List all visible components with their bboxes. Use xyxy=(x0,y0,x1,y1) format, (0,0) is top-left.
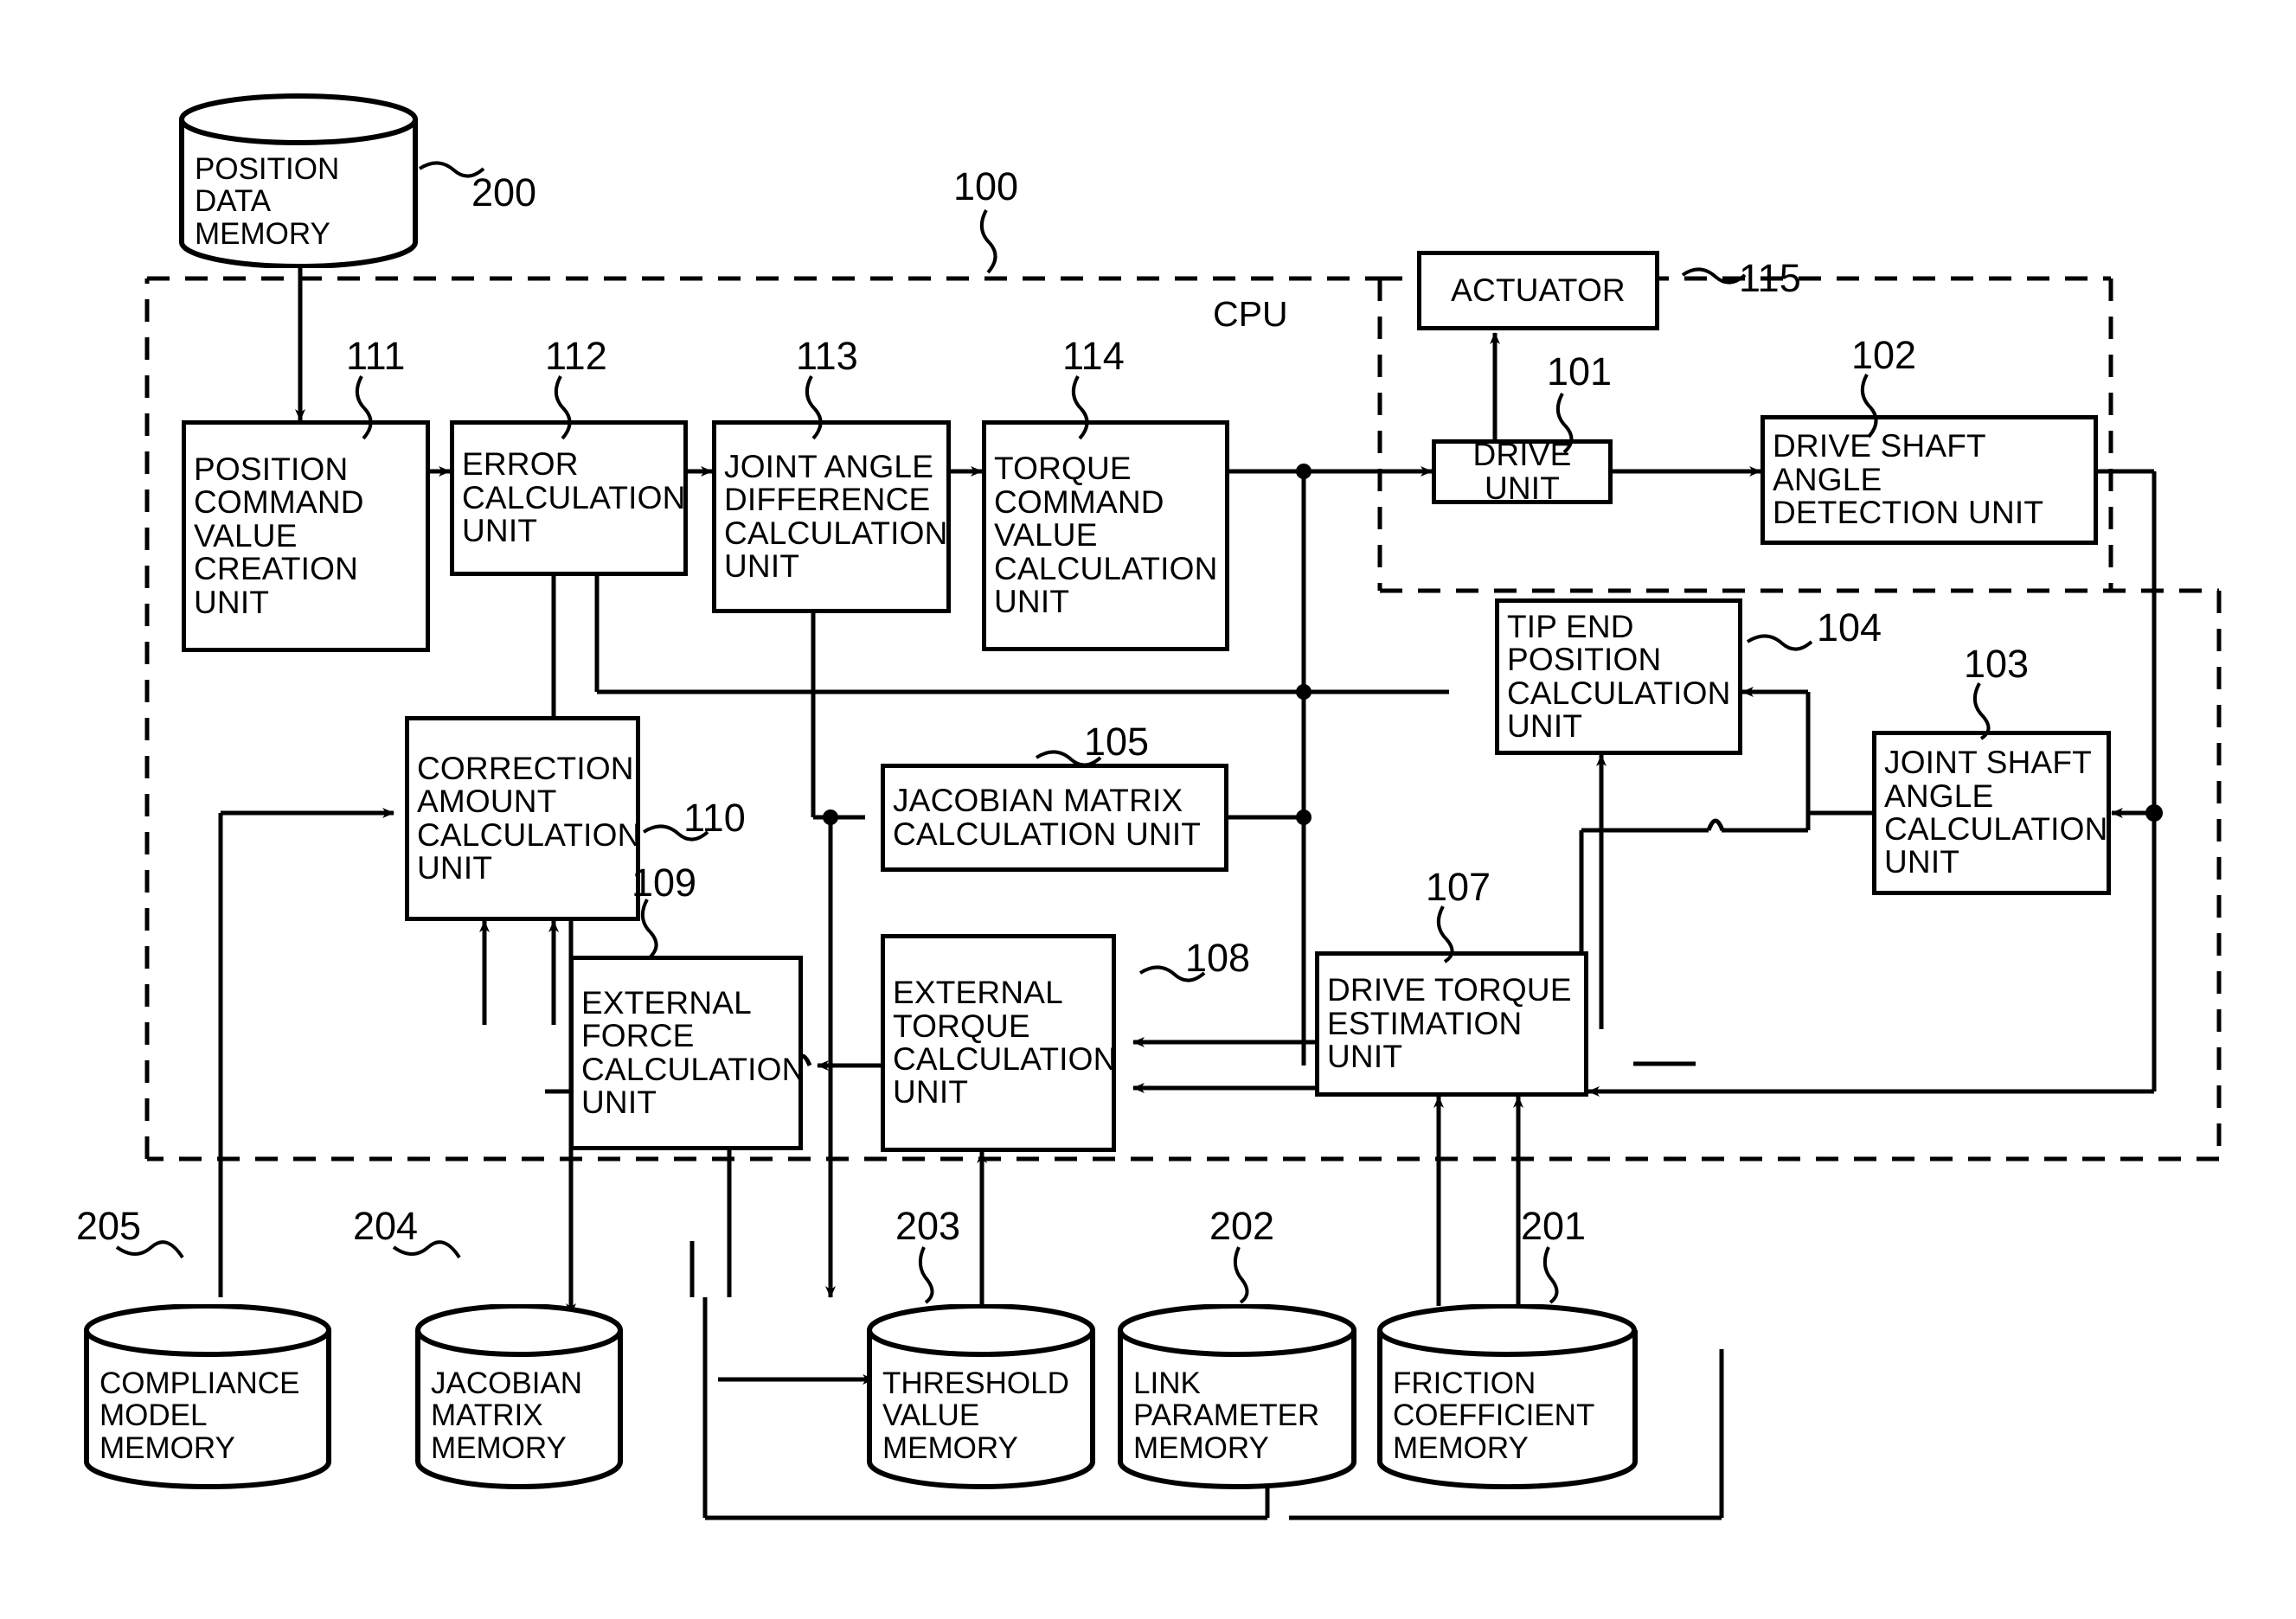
block-correction-amount-calculation-unit[interactable]: CORRECTION AMOUNT CALCULATION UNIT xyxy=(405,716,640,921)
block-error-calculation-unit[interactable]: ERROR CALCULATION UNIT xyxy=(450,420,688,576)
memory-threshold-value-memory[interactable]: THRESHOLD VALUE MEMORY xyxy=(865,1304,1097,1489)
ref-101: 101 xyxy=(1547,349,1613,394)
ref-111: 111 xyxy=(346,334,406,378)
ref-108: 108 xyxy=(1185,936,1251,980)
block-label: DRIVE SHAFT ANGLE DETECTION UNIT xyxy=(1773,428,2044,531)
memory-friction-coefficient-memory[interactable]: FRICTION COEFFICIENT MEMORY xyxy=(1376,1304,1639,1489)
memory-label: FRICTION COEFFICIENT MEMORY xyxy=(1393,1366,1595,1465)
memory-compliance-model-memory[interactable]: COMPLIANCE MODEL MEMORY xyxy=(82,1304,333,1489)
block-drive-shaft-angle-detection-unit[interactable]: DRIVE SHAFT ANGLE DETECTION UNIT xyxy=(1760,415,2098,545)
memory-jacobian-matrix-memory[interactable]: JACOBIAN MATRIX MEMORY xyxy=(414,1304,625,1489)
ref-114: 114 xyxy=(1062,334,1125,378)
memory-position-data-memory[interactable]: POSITION DATA MEMORY xyxy=(177,93,420,268)
ref-203: 203 xyxy=(895,1204,961,1248)
block-label: EXTERNAL TORQUE CALCULATION UNIT xyxy=(893,975,1117,1110)
ref-204: 204 xyxy=(353,1204,419,1248)
block-label: POSITION COMMAND VALUE CREATION UNIT xyxy=(194,451,364,620)
block-label: JOINT ANGLE DIFFERENCE CALCULATION UNIT xyxy=(724,448,948,584)
memory-label: POSITION DATA MEMORY xyxy=(195,151,340,251)
memory-label: JACOBIAN MATRIX MEMORY xyxy=(431,1366,583,1465)
block-label: ACTUATOR xyxy=(1451,272,1626,308)
block-label: TORQUE COMMAND VALUE CALCULATION UNIT xyxy=(994,451,1218,620)
memory-label: LINK PARAMETER MEMORY xyxy=(1133,1366,1320,1465)
memory-label: THRESHOLD VALUE MEMORY xyxy=(882,1366,1069,1465)
ref-201: 201 xyxy=(1521,1204,1587,1248)
ref-202: 202 xyxy=(1209,1204,1275,1248)
memory-link-parameter-memory[interactable]: LINK PARAMETER MEMORY xyxy=(1116,1304,1358,1489)
block-label: JACOBIAN MATRIX CALCULATION UNIT xyxy=(893,783,1202,852)
ref-205: 205 xyxy=(76,1204,142,1248)
block-drive-unit[interactable]: DRIVE UNIT xyxy=(1432,437,1613,506)
ref-107: 107 xyxy=(1426,865,1491,909)
block-external-force-calculation-unit[interactable]: EXTERNAL FORCE CALCULATION UNIT xyxy=(569,956,805,1150)
ref-113: 113 xyxy=(796,334,858,378)
cpu-label: CPU xyxy=(1213,294,1288,334)
block-tip-end-position-calculation-unit[interactable]: TIP END POSITION CALCULATION UNIT xyxy=(1495,598,1742,755)
block-jacobian-matrix-calculation-unit[interactable]: JACOBIAN MATRIX CALCULATION UNIT xyxy=(881,764,1228,872)
figure-canvas: POSITION COMMAND VALUE CREATION UNIT 111… xyxy=(0,0,2296,1619)
block-actuator[interactable]: ACTUATOR xyxy=(1417,251,1659,330)
block-label: DRIVE TORQUE ESTIMATION UNIT xyxy=(1327,972,1572,1075)
ref-104: 104 xyxy=(1817,605,1882,650)
block-joint-shaft-angle-calculation-unit[interactable]: JOINT SHAFT ANGLE CALCULATION UNIT xyxy=(1872,731,2111,895)
block-label: DRIVE UNIT xyxy=(1472,437,1572,506)
memory-label: COMPLIANCE MODEL MEMORY xyxy=(99,1366,300,1465)
block-torque-command-value-calculation-unit[interactable]: TORQUE COMMAND VALUE CALCULATION UNIT xyxy=(982,420,1229,651)
ref-115: 115 xyxy=(1739,256,1801,300)
block-label: JOINT SHAFT ANGLE CALCULATION UNIT xyxy=(1884,745,2108,880)
ref-105: 105 xyxy=(1084,720,1150,764)
ref-110: 110 xyxy=(683,796,746,840)
block-label: TIP END POSITION CALCULATION UNIT xyxy=(1507,608,1731,744)
block-drive-torque-estimation-unit[interactable]: DRIVE TORQUE ESTIMATION UNIT xyxy=(1315,951,1588,1097)
block-label: ERROR CALCULATION UNIT xyxy=(462,446,686,549)
ref-200: 200 xyxy=(471,170,537,214)
ref-102: 102 xyxy=(1851,333,1917,377)
ref-100: 100 xyxy=(953,164,1019,208)
block-position-command-value-creation-unit[interactable]: POSITION COMMAND VALUE CREATION UNIT xyxy=(182,420,430,652)
ref-109: 109 xyxy=(632,861,697,905)
block-joint-angle-difference-calculation-unit[interactable]: JOINT ANGLE DIFFERENCE CALCULATION UNIT xyxy=(712,420,951,613)
block-label: CORRECTION AMOUNT CALCULATION UNIT xyxy=(417,750,641,886)
block-label: EXTERNAL FORCE CALCULATION UNIT xyxy=(581,984,805,1120)
block-external-torque-calculation-unit[interactable]: EXTERNAL TORQUE CALCULATION UNIT xyxy=(881,934,1116,1152)
ref-112: 112 xyxy=(545,334,607,378)
ref-103: 103 xyxy=(1964,642,2030,686)
